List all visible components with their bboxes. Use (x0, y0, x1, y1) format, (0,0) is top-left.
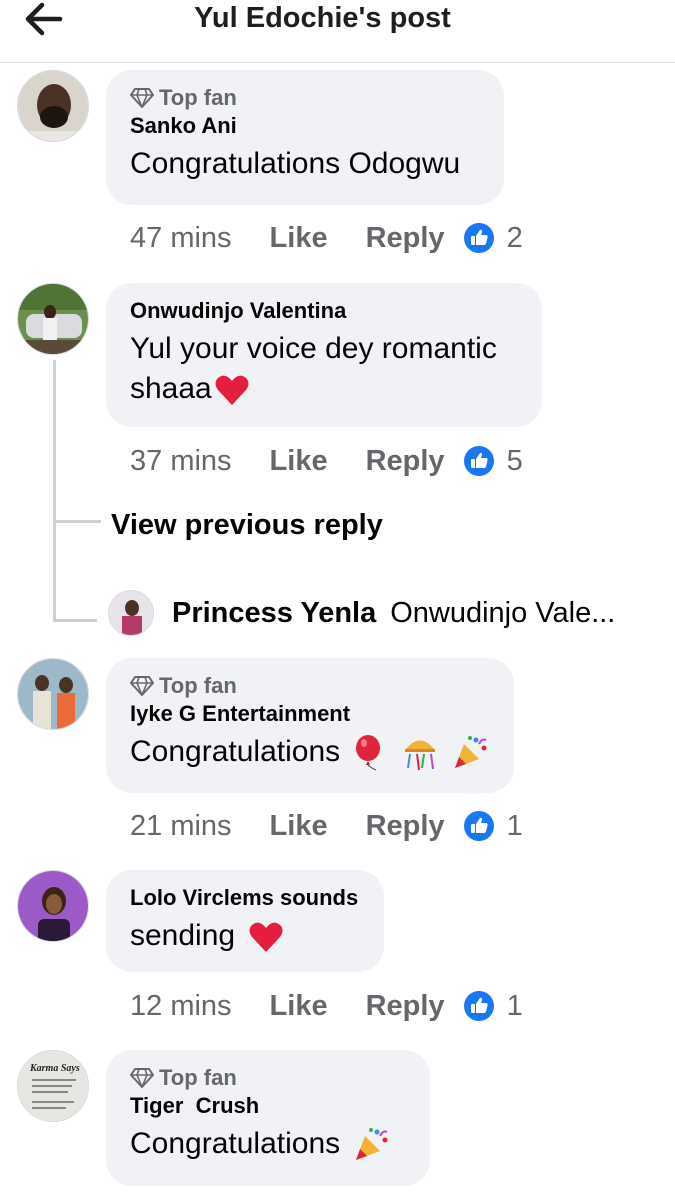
like-button[interactable]: Like (270, 990, 328, 1023)
diamond-icon (130, 1068, 154, 1088)
party-popper-emoji-icon (356, 1128, 388, 1161)
comment-timestamp[interactable]: 21 mins (130, 810, 232, 843)
comment-bubble[interactable]: Top fan Tiger Crush Congratulations (106, 1050, 430, 1186)
comment-author[interactable]: Iyke G Entertainment (130, 700, 490, 728)
reply-button[interactable]: Reply (366, 445, 445, 478)
confetti-ball-emoji-icon (404, 740, 435, 771)
avatar[interactable]: Karma Says (17, 1050, 89, 1122)
balloon-emoji-icon (356, 735, 381, 771)
reply-author: Princess Yenla (172, 596, 377, 629)
comment-bubble[interactable]: Lolo Virclems sounds sending (106, 870, 384, 972)
comment-text-value: Congratulations (130, 735, 341, 768)
diamond-icon (130, 676, 154, 696)
comment-text: Congratulations (130, 732, 490, 772)
reply-button[interactable]: Reply (366, 990, 445, 1023)
comment-text: sending (130, 916, 360, 956)
badge-label: Top fan (159, 85, 237, 110)
reaction-count[interactable]: 2 (507, 222, 523, 255)
comment-author[interactable]: Sanko Ani (130, 112, 480, 140)
comment-actions: 47 mins Like Reply 2 (130, 218, 523, 258)
comment-author[interactable]: Onwudinjo Valentina (130, 297, 518, 325)
comment-timestamp[interactable]: 12 mins (130, 990, 232, 1023)
comment-bubble[interactable]: Onwudinjo Valentina Yul your voice dey r… (106, 283, 542, 427)
thumbs-up-reaction-icon[interactable] (463, 445, 495, 477)
top-fan-badge: Top fan (130, 1064, 406, 1092)
reply-button[interactable]: Reply (366, 222, 445, 255)
comment-text-value: Congratulations (130, 1127, 341, 1160)
comment-text: Congratulations (130, 1124, 406, 1164)
page-title: Yul Edochie's post (194, 2, 451, 34)
avatar-caption: Karma Says (29, 1063, 80, 1074)
avatar[interactable] (17, 658, 89, 730)
reaction-count[interactable]: 1 (507, 810, 523, 843)
avatar[interactable] (17, 870, 89, 942)
comment-author[interactable]: Tiger Crush (130, 1092, 406, 1120)
badge-label: Top fan (159, 1065, 237, 1090)
comment-text-line: Yul your voice dey romantic (130, 332, 497, 365)
like-button[interactable]: Like (270, 810, 328, 843)
header-bar: Yul Edochie's post (0, 0, 675, 63)
thumbs-up-reaction-icon[interactable] (463, 990, 495, 1022)
reply-button[interactable]: Reply (366, 810, 445, 843)
comment-text: Congratulations Odogwu (130, 147, 461, 180)
reaction-count[interactable]: 1 (507, 990, 523, 1023)
top-fan-badge: Top fan (130, 84, 480, 112)
red-heart-emoji-icon (249, 922, 283, 953)
thread-connector (53, 520, 101, 523)
avatar[interactable] (17, 70, 89, 142)
comment-bubble[interactable]: Top fan Sanko Ani Congratulations Odogwu (106, 70, 504, 205)
badge-label: Top fan (159, 673, 237, 698)
thread-connector (53, 619, 97, 622)
avatar[interactable] (17, 283, 89, 355)
red-heart-emoji-icon (215, 375, 249, 406)
avatar[interactable] (108, 590, 154, 636)
comment-actions: 21 mins Like Reply 1 (130, 806, 523, 846)
view-previous-reply-link[interactable]: View previous reply (111, 506, 383, 544)
thumbs-up-reaction-icon[interactable] (463, 222, 495, 254)
comment-text-value: sending (130, 919, 236, 952)
comment-actions: 12 mins Like Reply 1 (130, 986, 523, 1026)
comment-actions: 37 mins Like Reply 5 (130, 441, 523, 481)
comment-timestamp[interactable]: 37 mins (130, 445, 232, 478)
diamond-icon (130, 88, 154, 108)
reply-text: Onwudinjo Vale... (390, 596, 616, 629)
comment-text-line: shaaa (130, 372, 212, 405)
like-button[interactable]: Like (270, 222, 328, 255)
thread-line (53, 360, 56, 622)
comment-timestamp[interactable]: 47 mins (130, 222, 232, 255)
top-fan-badge: Top fan (130, 672, 490, 700)
reply-preview[interactable]: Princess Yenla Onwudinjo Vale... (108, 590, 615, 636)
comment-text: Yul your voice dey romantic shaaa (130, 329, 518, 409)
thumbs-up-reaction-icon[interactable] (463, 810, 495, 842)
comment-bubble[interactable]: Top fan Iyke G Entertainment Congratulat… (106, 658, 514, 793)
like-button[interactable]: Like (270, 445, 328, 478)
party-popper-emoji-icon (455, 736, 487, 769)
comment-author[interactable]: Lolo Virclems sounds (130, 884, 360, 912)
reaction-count[interactable]: 5 (507, 445, 523, 478)
